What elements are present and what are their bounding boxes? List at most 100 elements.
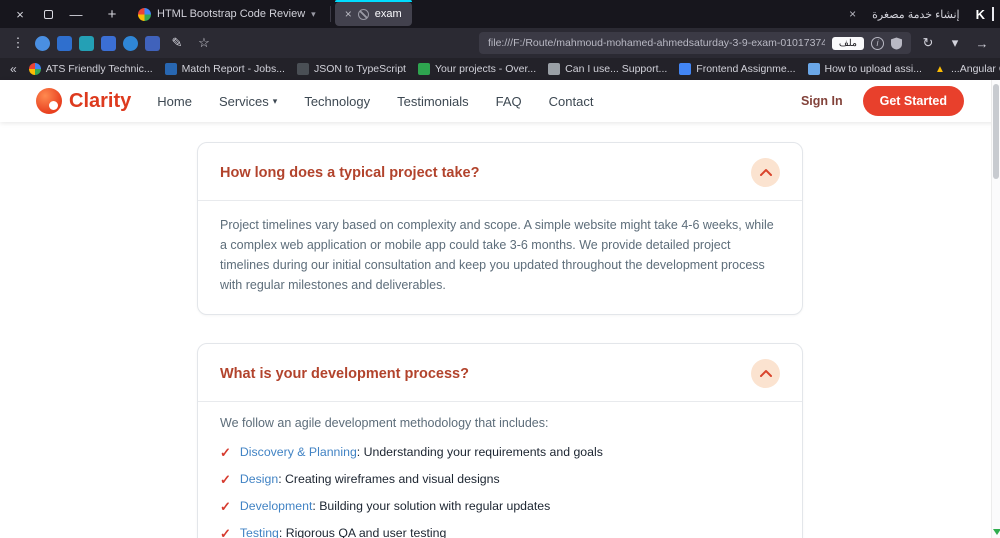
tab-favicon [138,7,151,21]
list-item-text: Discovery & Planning: Understanding your… [240,445,603,459]
process-desc: : Rigorous QA and user testing [278,526,447,538]
extension-icon[interactable] [57,35,72,51]
bookmark-item[interactable]: How to upload assi... [807,63,922,75]
nav-item-contact[interactable]: Contact [549,94,594,109]
nav-item-faq[interactable]: FAQ [496,94,522,109]
close-tab-icon[interactable]: × [345,7,352,21]
chevron-down-icon[interactable]: ▾ [945,32,965,54]
favicon [296,63,309,75]
faq-question: How long does a typical project take? [220,164,480,181]
file-badge: ملف [831,36,864,50]
edit-pen-icon[interactable]: ✎ [167,32,187,54]
list-item-text: Design: Creating wireframes and visual d… [240,472,500,486]
favicon [164,63,177,75]
process-term-link[interactable]: Development [240,499,312,513]
bookmark-label: Can I use... Support... [565,63,668,75]
page-scrollbar[interactable] [991,80,1000,538]
tab-strip: × — + HTML Bootstrap Code Review ▾ × exa… [0,0,1000,28]
faq-card-header[interactable]: What is your development process? [198,344,802,401]
window-controls: × — [6,0,90,28]
plus-icon: + [107,5,117,23]
faq-card-header[interactable]: How long does a typical project take? [198,143,802,200]
nav-item-home[interactable]: Home [157,94,192,109]
brand-logo[interactable]: Clarity [36,88,131,114]
tab-strip-right: × إنشاء خدمة مصغرة K [849,2,994,26]
bookmark-item[interactable]: ATS Friendly Technic... [28,63,153,75]
bookmark-item[interactable]: ▲ ...Angular C46 Videos [934,63,1000,75]
bookmark-item[interactable]: Your projects - Over... [417,63,536,75]
chevron-up-icon [759,370,772,377]
bookmark-label: How to upload assi... [824,63,922,75]
tab-html-bootstrap-code-review[interactable]: HTML Bootstrap Code Review ▾ [128,2,326,26]
list-item: ✓ Design: Creating wireframes and visual… [220,472,780,488]
process-term-link[interactable]: Testing [240,526,279,538]
favicon [679,63,692,75]
nav-item-technology[interactable]: Technology [304,94,370,109]
tab-exam[interactable]: × exam [334,0,412,26]
scrollbar-thumb[interactable] [993,84,999,179]
clarity-logo-icon [36,88,62,114]
process-term-link[interactable]: Design [240,472,278,486]
collapse-button[interactable] [751,359,780,388]
tab-arabic[interactable]: إنشاء خدمة مصغرة [862,2,970,26]
bookmark-star-icon[interactable]: ☆ [194,32,214,54]
bookmark-item[interactable]: JSON to TypeScript [296,63,406,75]
sign-in-link[interactable]: Sign In [801,94,843,108]
drive-favicon: ▲ [935,63,945,75]
process-desc: : Building your solution with regular up… [312,499,551,514]
bookmark-item[interactable]: Can I use... Support... [548,63,667,75]
faq-question: What is your development process? [220,365,469,382]
restore-window-button[interactable] [34,0,62,28]
list-item-text: Development: Building your solution with… [240,499,550,513]
process-intro: We follow an agile development methodolo… [220,416,549,430]
overflow-menu-icon[interactable]: ⋮ [8,32,28,54]
close-window-button[interactable]: × [6,0,34,28]
close-tab-icon[interactable]: × [849,7,856,21]
kagi-logo-bar [992,7,994,21]
bookmark-item[interactable]: Frontend Assignme... [679,63,796,75]
list-item: ✓ Discovery & Planning: Understanding yo… [220,445,780,461]
favicon [807,63,820,75]
minimize-window-button[interactable]: — [62,0,90,28]
list-item-text: Testing: Rigorous QA and user testing [240,526,446,538]
close-icon: × [16,6,24,22]
check-icon: ✓ [220,499,231,515]
extension-icon[interactable] [79,35,94,51]
faq-card: How long does a typical project take? Pr… [197,142,803,315]
faq-section: How long does a typical project take? Pr… [0,122,1000,538]
site-header: Clarity Home Services ▾ Technology Testim… [0,80,1000,122]
refresh-icon[interactable]: ↻ [918,32,938,54]
nav-item-services[interactable]: Services ▾ [219,94,277,109]
extension-icon[interactable] [101,35,116,51]
nav-label: Services [218,93,269,109]
new-tab-button[interactable]: + [100,2,124,26]
bookmark-item[interactable]: Match Report - Jobs... [164,63,285,75]
process-term-link[interactable]: Discovery & Planning [240,445,357,459]
url-bar[interactable]: file:///F:/Route/mahmoud-mohamed-ahmedsa… [479,32,911,54]
list-item: ✓ Testing: Rigorous QA and user testing [220,526,780,538]
extension-icon[interactable] [35,35,50,51]
nav-label: Home [157,93,192,109]
extension-icon[interactable] [123,35,138,51]
collapse-bookmarks-icon[interactable]: « [10,62,17,76]
nav-item-testimonials[interactable]: Testimonials [397,94,469,109]
chevron-up-icon [759,169,772,176]
info-icon[interactable]: i [871,36,884,50]
extension-icon[interactable] [145,35,160,51]
shield-icon[interactable] [891,37,902,50]
favicon [417,63,430,75]
tab-label: HTML Bootstrap Code Review [157,8,306,20]
faq-answer: Project timelines vary based on complexi… [220,218,774,292]
process-desc: : Creating wireframes and visual designs [278,472,500,487]
bookmarks-bar: « ATS Friendly Technic... Match Report -… [0,58,1000,80]
back-arrow-icon[interactable]: → [972,32,992,54]
globe-favicon [357,8,369,20]
collapse-button[interactable] [751,158,780,187]
process-desc: : Understanding your requirements and go… [356,445,603,459]
faq-card: What is your development process? We fol… [197,343,803,538]
faq-card-body: Project timelines vary based on complexi… [198,201,802,314]
url-text[interactable]: file:///F:/Route/mahmoud-mohamed-ahmedsa… [488,37,825,49]
list-item: ✓ Development: Building your solution wi… [220,499,780,515]
nav-label: FAQ [495,93,522,109]
get-started-button[interactable]: Get Started [862,86,964,116]
